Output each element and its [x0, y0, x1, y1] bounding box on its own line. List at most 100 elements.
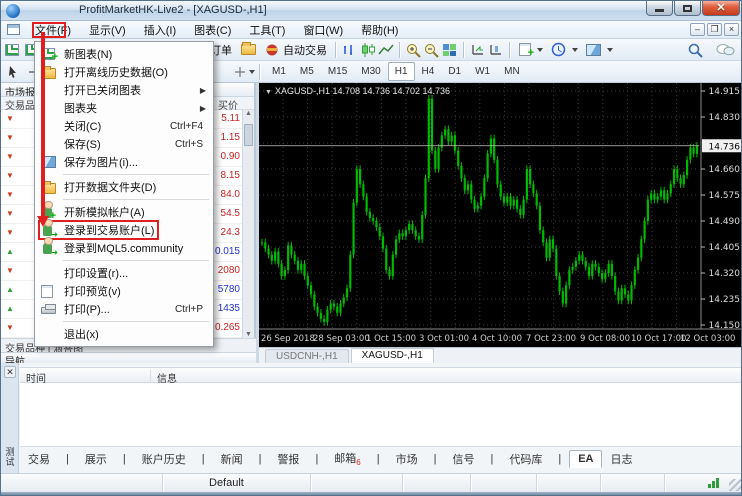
- mdi-restore-button[interactable]: ❐: [707, 23, 722, 36]
- file-menu-item-打印[interactable]: 打印(P)...Ctrl+P: [35, 300, 213, 318]
- menu-separator: [35, 196, 213, 203]
- history-center-icon[interactable]: [241, 44, 256, 55]
- file-menu-item-关闭[interactable]: 关闭(C)Ctrl+F4: [35, 117, 213, 135]
- svg-text:26 Sep 2018: 26 Sep 2018: [261, 334, 315, 344]
- status-template[interactable]: Default: [163, 474, 311, 492]
- mail-badge: 6: [356, 459, 360, 468]
- file-menu-item-保存为图片[interactable]: 保存为图片(i)...: [35, 153, 213, 171]
- terminal-side-label[interactable]: 测试: [3, 447, 17, 467]
- terminal-tab-邮箱[interactable]: 邮箱6: [326, 448, 368, 469]
- file-menu-item-新图表[interactable]: 新图表(N): [35, 45, 213, 63]
- terminal-tab-展示[interactable]: 展示: [77, 449, 115, 469]
- terminal-tab-新闻[interactable]: 新闻: [213, 449, 251, 469]
- terminal-tab-账户历史[interactable]: 账户历史: [134, 449, 194, 469]
- file-menu-item-登录到交易账户[interactable]: 登录到交易账户(L): [35, 221, 213, 239]
- timeframe-M5[interactable]: M5: [293, 62, 321, 81]
- timeframe-M1[interactable]: M1: [265, 62, 293, 81]
- file-menu-item-打开数据文件夹[interactable]: 打开数据文件夹(D): [35, 178, 213, 196]
- chart-window-icon[interactable]: [5, 44, 19, 56]
- menu-帮助[interactable]: 帮助(H): [352, 20, 407, 40]
- no-icon: [41, 138, 57, 151]
- tile-windows-icon[interactable]: [441, 42, 459, 58]
- mdi-minimize-button[interactable]: –: [690, 23, 705, 36]
- periods-button[interactable]: [547, 40, 582, 59]
- terminal-tab-EA[interactable]: EA: [569, 450, 602, 468]
- chart-document-icon[interactable]: [7, 24, 20, 35]
- file-menu-item-登录到MQL5community[interactable]: 登录到MQL5.community: [35, 239, 213, 257]
- ask-price-value: 0.90: [221, 151, 240, 162]
- menu-item-label: 保存为图片(i)...: [64, 154, 138, 170]
- svg-text:14.736: 14.736: [709, 142, 741, 152]
- mdi-close-button[interactable]: ×: [724, 23, 739, 36]
- menu-显示[interactable]: 显示(V): [80, 20, 135, 40]
- arrange-windows-icon[interactable]: [487, 42, 505, 58]
- cursor-icon[interactable]: [5, 64, 21, 80]
- file-menu-item-打印预览[interactable]: 打印预览(v): [35, 282, 213, 300]
- bar-chart-mode-icon[interactable]: [341, 42, 359, 58]
- menu-item-label: 开新模拟帐户(A): [64, 204, 145, 220]
- svg-text:14.235: 14.235: [709, 295, 741, 305]
- timeframe-MN[interactable]: MN: [497, 62, 527, 81]
- timeframe-W1[interactable]: W1: [468, 62, 497, 81]
- line-chart-mode-icon[interactable]: [377, 42, 395, 58]
- maximize-button[interactable]: [674, 1, 701, 16]
- search-icon[interactable]: [687, 42, 705, 58]
- candlestick-mode-icon[interactable]: [359, 42, 377, 58]
- file-menu-item-保存[interactable]: 保存(S)Ctrl+S: [35, 135, 213, 153]
- ask-price-value: 84.0: [221, 189, 240, 200]
- timeframe-H4[interactable]: H4: [415, 62, 442, 81]
- chart-tab-XAGUSDH1[interactable]: XAGUSD-,H1: [351, 348, 434, 363]
- chart-tab-USDCNHH1[interactable]: USDCNH-,H1: [265, 349, 349, 363]
- chart-collapse-icon[interactable]: ▼: [265, 89, 272, 96]
- ask-price-value: 54.5: [221, 208, 240, 219]
- printer-icon: [41, 303, 57, 316]
- login-mql5-icon: [41, 242, 57, 255]
- terminal-close-icon[interactable]: ✕: [4, 366, 16, 378]
- menu-文件[interactable]: 文件(F): [26, 20, 80, 40]
- file-menu-item-打开离线历史数据[interactable]: 打开离线历史数据(O): [35, 63, 213, 81]
- zoom-in-icon[interactable]: [405, 42, 423, 58]
- terminal-tab-日志[interactable]: 日志: [602, 449, 640, 469]
- terminal-tab-市场[interactable]: 市场: [388, 449, 426, 469]
- file-menu-item-图表夹[interactable]: 图表夹▶: [35, 99, 213, 117]
- file-menu-item-退出[interactable]: 退出(x): [35, 325, 213, 343]
- drawing-tool-icon[interactable]: [233, 65, 247, 79]
- svg-text:14.150: 14.150: [709, 321, 741, 331]
- file-menu-item-开新模拟帐户[interactable]: 开新模拟帐户(A): [35, 203, 213, 221]
- chart-plot[interactable]: 14.91514.83014.66014.57514.49014.40514.3…: [259, 83, 742, 347]
- zoom-out-icon[interactable]: [423, 42, 441, 58]
- arrange-charts-icon[interactable]: [469, 42, 487, 58]
- menu-工具[interactable]: 工具(T): [240, 20, 294, 40]
- ask-price-value: 5780: [218, 284, 240, 295]
- terminal-tab-警报[interactable]: 警报: [269, 449, 307, 469]
- market-watch-scrollbar[interactable]: ▲ ▼: [242, 110, 254, 338]
- terminal-tab-代码库[interactable]: 代码库: [501, 449, 550, 469]
- menu-窗口[interactable]: 窗口(W): [294, 20, 352, 40]
- tab-divider: |: [369, 451, 388, 467]
- auto-trading-button[interactable]: 自动交易: [261, 40, 331, 60]
- timeframe-M15[interactable]: M15: [321, 62, 354, 81]
- menu-插入[interactable]: 插入(I): [135, 20, 185, 40]
- menu-item-label: 登录到MQL5.community: [64, 240, 183, 256]
- menu-separator: [35, 318, 213, 325]
- drawing-dropdown-caret[interactable]: [249, 70, 255, 74]
- menu-图表[interactable]: 图表(C): [185, 20, 240, 40]
- chat-icon[interactable]: [715, 42, 735, 58]
- file-menu-item-打开已关闭图表[interactable]: 打开已关闭图表▶: [35, 81, 213, 99]
- menu-item-label: 新图表(N): [64, 46, 112, 62]
- templates-button[interactable]: [582, 42, 617, 58]
- resize-grip[interactable]: [729, 479, 741, 491]
- close-button[interactable]: ✕: [702, 1, 740, 16]
- terminal-tab-信号[interactable]: 信号: [444, 449, 482, 469]
- timeframe-M30[interactable]: M30: [354, 62, 387, 81]
- menu-item-shortcut: Ctrl+F4: [170, 121, 203, 132]
- terminal-tab-交易[interactable]: 交易: [20, 449, 58, 469]
- timeframe-H1[interactable]: H1: [388, 62, 415, 81]
- svg-text:14.660: 14.660: [709, 165, 741, 175]
- minimize-button[interactable]: [646, 1, 673, 16]
- menu-bar: 文件(F)显示(V)插入(I)图表(C)工具(T)窗口(W)帮助(H) – ❐ …: [1, 21, 742, 39]
- chart-window[interactable]: 14.91514.83014.66014.57514.49014.40514.3…: [256, 83, 742, 363]
- file-menu-item-打印设置[interactable]: 打印设置(r)...: [35, 264, 213, 282]
- indicators-button[interactable]: [515, 41, 547, 58]
- timeframe-D1[interactable]: D1: [441, 62, 468, 81]
